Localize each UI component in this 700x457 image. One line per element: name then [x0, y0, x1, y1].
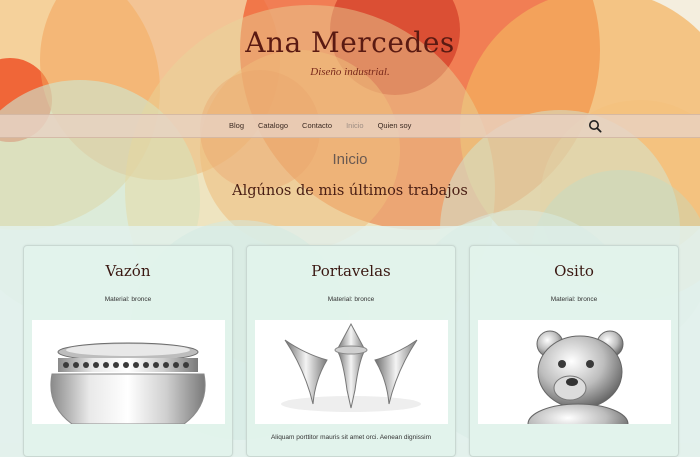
pot-illustration [50, 342, 206, 424]
site-header: Ana Mercedes Diseño industrial. [0, 0, 700, 114]
silver-pot-image[interactable] [32, 320, 225, 424]
section-heading: Algúnos de mis últimos trabajos [232, 183, 468, 199]
product-card-osito[interactable]: Osito Material: bronce [469, 245, 679, 457]
works-grid: Vazón Material: bronce Portavelas Materi… [0, 245, 700, 457]
product-card-portavelas[interactable]: Portavelas Material: bronce Aliquam port… [246, 245, 456, 457]
nav-item-quien-soy[interactable]: Quien soy [371, 115, 419, 137]
nav-item-blog[interactable]: Blog [222, 115, 251, 137]
nav-item-catalogo[interactable]: Catalogo [251, 115, 295, 137]
main-navigation: Blog Catalogo Contacto Inicio Quien soy [0, 114, 700, 138]
silver-candleholder-image[interactable] [255, 320, 448, 424]
card-excerpt: Aliquam porttitor mauris sit amet orci. … [270, 434, 432, 441]
silver-teddy-bear-image[interactable] [478, 320, 671, 424]
site-description: Diseño industrial. [310, 66, 390, 78]
card-title[interactable]: Vazón [24, 262, 232, 280]
page-title: Inicio [332, 151, 368, 168]
card-material: Material: bronce [104, 296, 152, 303]
product-card-vazon[interactable]: Vazón Material: bronce [23, 245, 233, 457]
site-title[interactable]: Ana Mercedes [0, 26, 700, 59]
search-icon[interactable] [588, 119, 602, 133]
teddy-bear-illustration [527, 330, 629, 424]
nav-menu: Blog Catalogo Contacto Inicio Quien soy [222, 115, 418, 137]
nav-item-contacto[interactable]: Contacto [295, 115, 339, 137]
card-material: Material: bronce [550, 296, 598, 303]
card-title[interactable]: Osito [470, 262, 678, 280]
page-header: Inicio Algúnos de mis últimos trabajos [0, 136, 700, 226]
card-material: Material: bronce [327, 296, 375, 303]
candleholder-illustration [281, 322, 421, 412]
nav-item-inicio[interactable]: Inicio [339, 115, 371, 137]
card-title[interactable]: Portavelas [247, 262, 455, 280]
